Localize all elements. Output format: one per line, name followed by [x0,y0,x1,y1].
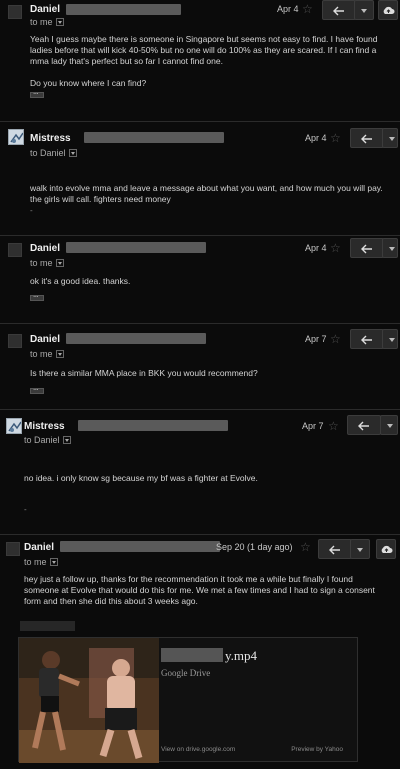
reply-button[interactable] [350,238,384,258]
reply-button[interactable] [322,0,356,20]
cloud-upload-button[interactable] [378,0,398,20]
redacted-email [66,333,206,344]
avatar [8,5,22,19]
signature: - [24,505,27,514]
reply-button[interactable] [347,415,381,435]
cloud-upload-icon [383,6,395,14]
more-button[interactable] [380,415,398,435]
avatar [6,418,22,434]
star-icon[interactable]: ☆ [328,420,339,432]
attachment-card[interactable]: y.mp4 Google Drive View on drive.google.… [18,637,358,763]
recipient-line[interactable]: to me [30,17,64,27]
more-button[interactable] [382,128,398,148]
redacted-email [66,4,181,15]
reply-arrow-icon [361,134,372,144]
avatar [8,334,22,348]
message-date: Apr 7 [305,334,327,344]
message-2: Daniel to me Apr 4 ☆ ok it's a good idea… [0,237,400,324]
recipient-details-icon[interactable] [68,149,77,157]
star-icon[interactable]: ☆ [330,333,341,345]
message-date: Sep 20 (1 day ago) [216,542,293,552]
reply-arrow-icon [333,6,344,16]
recipient-line[interactable]: to Daniel [24,435,71,445]
more-button[interactable] [354,0,374,20]
reply-arrow-icon [361,335,372,345]
sender-name[interactable]: Daniel [30,334,60,345]
recipient-line[interactable]: to me [24,557,58,567]
sender-name[interactable]: Daniel [24,542,54,553]
message-date: Apr 4 [305,133,327,143]
recipient-details-icon[interactable] [55,18,64,26]
reply-arrow-icon [358,421,369,431]
avatar [8,129,24,145]
star-icon[interactable]: ☆ [330,132,341,144]
signature: - [30,206,33,215]
recipient-details-icon[interactable] [49,558,58,566]
reply-button[interactable] [350,329,384,349]
attachment-source: Google Drive [161,668,211,678]
more-button[interactable] [382,329,398,349]
message-date: Apr 7 [302,421,324,431]
view-on-drive-link[interactable]: View on drive.google.com [161,746,235,753]
message-body: ok it's a good idea. thanks. [30,276,131,286]
cloud-upload-icon [381,545,393,553]
video-thumbnail[interactable] [19,638,159,763]
show-trimmed-content-button[interactable] [30,87,44,98]
message-0: Daniel to me Apr 4 ☆ Yeah I guess maybe … [0,0,400,122]
more-button[interactable] [382,238,398,258]
recipient-details-icon[interactable] [62,436,71,444]
sender-name[interactable]: Daniel [30,243,60,254]
redacted-email [78,420,228,431]
recipient-line[interactable]: to me [30,258,64,268]
message-body: hey just a follow up, thanks for the rec… [24,574,375,606]
more-button[interactable] [350,539,370,559]
reply-button[interactable] [318,539,352,559]
sender-name[interactable]: Daniel [30,4,60,15]
message-body: Yeah I guess maybe there is someone in S… [30,34,378,88]
star-icon[interactable]: ☆ [330,242,341,254]
show-trimmed-content-button[interactable] [30,290,44,301]
reply-arrow-icon [329,545,340,555]
redacted-email [84,132,224,143]
redacted-filename [161,648,223,662]
redacted-attachment-header [20,621,75,631]
sender-name[interactable]: Mistress [30,133,71,144]
star-icon[interactable]: ☆ [300,541,311,553]
star-icon[interactable]: ☆ [302,3,313,15]
attachment-filename[interactable]: y.mp4 [225,648,257,664]
message-body: walk into evolve mma and leave a message… [30,183,383,204]
message-date: Apr 4 [305,243,327,253]
show-trimmed-content-button[interactable] [30,383,44,394]
message-4: Mistress to Daniel Apr 7 ☆ no idea. i on… [0,411,400,535]
message-3: Daniel to me Apr 7 ☆ Is there a similar … [0,325,400,410]
message-body: no idea. i only know sg because my bf wa… [24,473,258,483]
cloud-upload-button[interactable] [376,539,396,559]
message-body: Is there a similar MMA place in BKK you … [30,368,258,378]
message-date: Apr 4 [277,4,299,14]
recipient-line[interactable]: to me [30,349,64,359]
preview-by-yahoo: Preview by Yahoo [291,746,343,753]
reply-arrow-icon [361,244,372,254]
reply-button[interactable] [350,128,384,148]
avatar [8,243,22,257]
recipient-line[interactable]: to Daniel [30,148,77,158]
sender-name[interactable]: Mistress [24,421,65,432]
avatar [6,542,20,556]
message-1: Mistress to Daniel Apr 4 ☆ walk into evo… [0,123,400,236]
recipient-details-icon[interactable] [55,259,64,267]
redacted-email [60,541,220,552]
recipient-details-icon[interactable] [55,350,64,358]
redacted-email [66,242,206,253]
